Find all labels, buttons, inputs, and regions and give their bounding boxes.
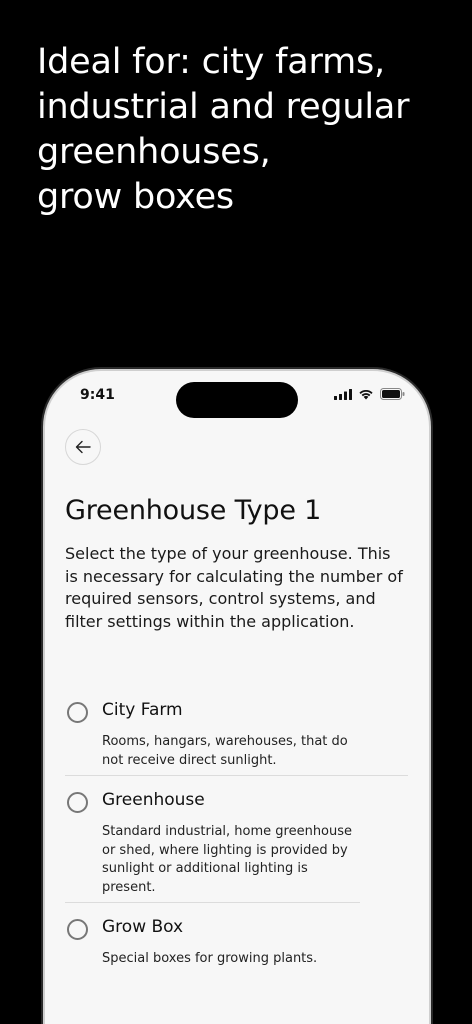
battery-icon [380, 388, 405, 400]
promo-headline: Ideal for: city farms, industrial and re… [37, 42, 410, 217]
status-icons [334, 388, 405, 400]
option-description: Special boxes for growing plants. [102, 951, 318, 966]
page-title: Greenhouse Type 1 [65, 495, 322, 526]
option-grow-box[interactable]: Grow Box Special boxes for growing plant… [65, 917, 405, 967]
divider [65, 902, 360, 903]
radio-button[interactable] [67, 702, 88, 723]
wifi-icon [359, 389, 373, 400]
signal-icon [334, 388, 352, 400]
dynamic-island [176, 382, 298, 418]
status-time: 9:41 [80, 387, 115, 403]
option-city-farm[interactable]: City Farm Rooms, hangars, warehouses, th… [65, 700, 405, 770]
option-label: Greenhouse [102, 790, 205, 810]
option-description: Rooms, hangars, warehouses, that do not … [102, 734, 348, 768]
arrow-left-icon [75, 440, 91, 454]
page-description: Select the type of your greenhouse. This… [65, 544, 403, 631]
option-label: City Farm [102, 700, 183, 720]
back-button[interactable] [65, 429, 101, 465]
phone-screen: 9:41 Greenhouse Type 1 Select the type o… [45, 371, 429, 1024]
option-description: Standard industrial, home greenhouse or … [102, 824, 353, 895]
divider [65, 775, 408, 776]
option-label: Grow Box [102, 917, 184, 937]
radio-button[interactable] [67, 792, 88, 813]
option-greenhouse[interactable]: Greenhouse Standard industrial, home gre… [65, 790, 405, 895]
radio-button[interactable] [67, 919, 88, 940]
